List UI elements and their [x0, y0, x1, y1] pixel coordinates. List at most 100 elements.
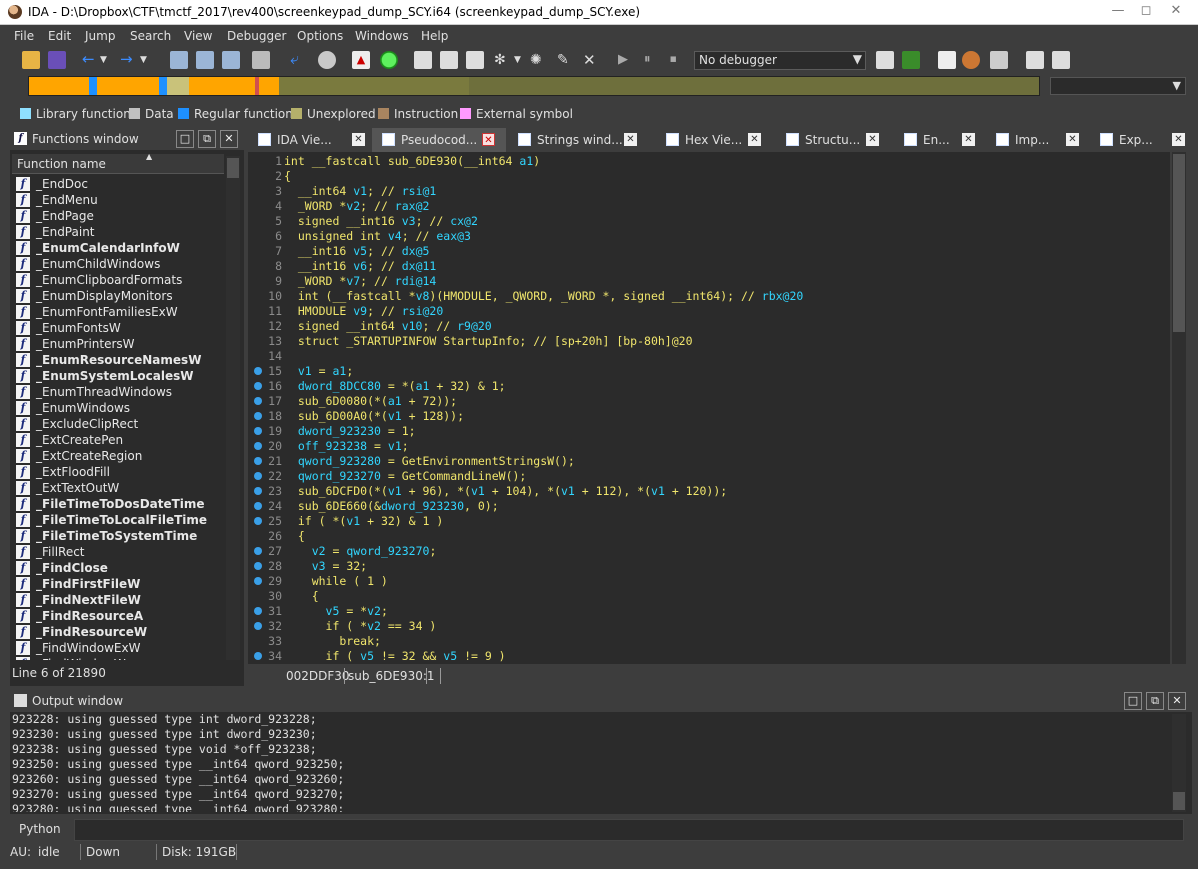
function-list-item[interactable]: f _EnumDisplayMonitors [12, 288, 224, 304]
back-arrow-icon[interactable]: ← [82, 51, 100, 69]
code-line[interactable]: 26 { [248, 529, 1168, 544]
text-search-icon[interactable] [196, 51, 214, 69]
code-line[interactable]: 20 off_923238 = v1; [248, 439, 1168, 454]
code-line[interactable]: 27 v2 = qword_923270; [248, 544, 1168, 559]
float-pane-icon[interactable]: ⧉ [1146, 692, 1164, 710]
output-scrollbar[interactable] [1172, 714, 1186, 812]
function-list-item[interactable]: f _FindWindowExW [12, 640, 224, 656]
code-line[interactable]: 18 sub_6D00A0(*(v1 + 128)); [248, 409, 1168, 424]
undefine-icon[interactable]: ✕ [583, 51, 601, 69]
structure-icon[interactable]: ✺ [530, 51, 548, 69]
code-line[interactable]: 28 v3 = 32; [248, 559, 1168, 574]
tab-enums[interactable]: En... ✕ [904, 128, 980, 152]
function-list-item[interactable]: f _EnumWindows [12, 400, 224, 416]
tab-exports[interactable]: Exp... ✕ [1100, 128, 1190, 152]
breakpoint-marker-icon[interactable] [254, 487, 262, 495]
close-tab-icon[interactable]: ✕ [624, 133, 637, 146]
function-list-item[interactable]: f _EnumPrintersW [12, 336, 224, 352]
breakpoint-marker-icon[interactable] [254, 427, 262, 435]
menu-debugger[interactable]: Debugger [227, 29, 286, 43]
breakpoint-marker-icon[interactable] [254, 367, 262, 375]
code-line[interactable]: 10 int (__fastcall *v8)(HMODULE, _QWORD,… [248, 289, 1168, 304]
ascii-icon[interactable] [466, 51, 484, 69]
python-button[interactable]: Python [19, 822, 61, 836]
code-line[interactable]: 9 _WORD *v7; // rdi@14 [248, 274, 1168, 289]
trace-icon[interactable] [938, 51, 956, 69]
navigation-band[interactable] [28, 76, 1040, 96]
graph-search-icon[interactable] [318, 51, 336, 69]
close-icon[interactable]: ✕ [1162, 0, 1190, 24]
code-line[interactable]: 24 sub_6DE660(&dword_923230, 0); [248, 499, 1168, 514]
close-tab-icon[interactable]: ✕ [482, 133, 495, 146]
breakpoint-marker-icon[interactable] [254, 562, 262, 570]
function-list-item[interactable]: f _EndPaint [12, 224, 224, 240]
code-line[interactable]: 29 while ( 1 ) [248, 574, 1168, 589]
menu-file[interactable]: File [14, 29, 34, 43]
code-line[interactable]: 1 int __fastcall sub_6DE930(__int64 a1) [248, 154, 1168, 169]
back-dropdown-icon[interactable]: ▼ [100, 51, 118, 69]
output-text[interactable]: 923228: using guessed type int dword_923… [12, 712, 1168, 812]
code-line[interactable]: 25 if ( *(v1 + 32) & 1 ) [248, 514, 1168, 529]
code-line[interactable]: 17 sub_6D0080(*(a1 + 72)); [248, 394, 1168, 409]
tab-strings-window[interactable]: Strings wind... ✕ [518, 128, 642, 152]
tab-structures[interactable]: Structu... ✕ [786, 128, 886, 152]
function-list-item[interactable]: f _EnumFontFamiliesExW [12, 304, 224, 320]
code-line[interactable]: 8 __int16 v6; // dx@11 [248, 259, 1168, 274]
code-line[interactable]: 34 if ( v5 != 32 && v5 != 9 ) [248, 649, 1168, 664]
function-list-item[interactable]: f _EndPage [12, 208, 224, 224]
debugger-options-icon[interactable] [876, 51, 894, 69]
code-line[interactable]: 23 sub_6DCFD0(*(v1 + 96), *(v1 + 104), *… [248, 484, 1168, 499]
menu-options[interactable]: Options [297, 29, 343, 43]
menu-windows[interactable]: Windows [355, 29, 409, 43]
close-tab-icon[interactable]: ✕ [1172, 133, 1185, 146]
warning-icon[interactable]: ▲ [352, 51, 370, 69]
save-icon[interactable] [48, 51, 66, 69]
breakpoint-marker-icon[interactable] [254, 472, 262, 480]
immediate-search-icon[interactable] [222, 51, 240, 69]
restore-pane-icon[interactable]: □ [1124, 692, 1142, 710]
close-tab-icon[interactable]: ✕ [352, 133, 365, 146]
breakpoint-marker-icon[interactable] [254, 547, 262, 555]
menu-edit[interactable]: Edit [48, 29, 71, 43]
forward-dropdown-icon[interactable]: ▼ [140, 51, 158, 69]
scrollbar-thumb[interactable] [1173, 792, 1185, 810]
function-list-item[interactable]: f _FindClose [12, 560, 224, 576]
code-line[interactable]: 16 dword_8DCC80 = *(a1 + 32) & 1; [248, 379, 1168, 394]
function-list-item[interactable]: f _ExtTextOutW [12, 480, 224, 496]
close-tab-icon[interactable]: ✕ [962, 133, 975, 146]
breakpoint-marker-icon[interactable] [254, 412, 262, 420]
function-list-item[interactable]: f _FindResourceA [12, 608, 224, 624]
code-line[interactable]: 7 __int16 v5; // dx@5 [248, 244, 1168, 259]
function-list-item[interactable]: f _FileTimeToSystemTime [12, 528, 224, 544]
code-line[interactable]: 6 unsigned int v4; // eax@3 [248, 229, 1168, 244]
forward-arrow-icon[interactable]: → [120, 51, 138, 69]
code-line[interactable]: 31 v5 = *v2; [248, 604, 1168, 619]
functions-list[interactable]: f _EndDoc f _EndMenu f _EndPage f _EndPaint f _En… [12, 176, 224, 660]
edit-icon[interactable]: ✎ [557, 51, 575, 69]
function-list-item[interactable]: f _EnumClipboardFormats [12, 272, 224, 288]
code-icon[interactable] [414, 51, 432, 69]
code-line[interactable]: 30 { [248, 589, 1168, 604]
code-line[interactable]: 12 signed __int64 v10; // r9@20 [248, 319, 1168, 334]
puzzle-icon[interactable] [252, 51, 270, 69]
function-list-item[interactable]: f _EnumThreadWindows [12, 384, 224, 400]
struct-offset-icon[interactable]: ✻ [494, 51, 512, 69]
code-line[interactable]: 33 break; [248, 634, 1168, 649]
menu-help[interactable]: Help [421, 29, 448, 43]
graph-view-icon[interactable] [1026, 51, 1044, 69]
menu-jump[interactable]: Jump [85, 29, 115, 43]
breakpoint-marker-icon[interactable] [254, 622, 262, 630]
breakpoint-marker-icon[interactable] [254, 382, 262, 390]
nav-band-selector[interactable]: ▼ [1050, 77, 1186, 95]
menu-view[interactable]: View [184, 29, 212, 43]
function-list-item[interactable]: f _FindResourceW [12, 624, 224, 640]
scrollbar-thumb[interactable] [1173, 154, 1185, 332]
python-command-input[interactable] [74, 819, 1184, 841]
function-list-item[interactable]: f _EnumCalendarInfoW [12, 240, 224, 256]
breakpoint-marker-icon[interactable] [254, 502, 262, 510]
stop-icon[interactable]: ⏹ [670, 51, 688, 69]
open-folder-icon[interactable] [22, 51, 40, 69]
function-list-item[interactable]: f _ExcludeClipRect [12, 416, 224, 432]
restore-pane-icon[interactable]: □ [176, 130, 194, 148]
float-pane-icon[interactable]: ⧉ [198, 130, 216, 148]
